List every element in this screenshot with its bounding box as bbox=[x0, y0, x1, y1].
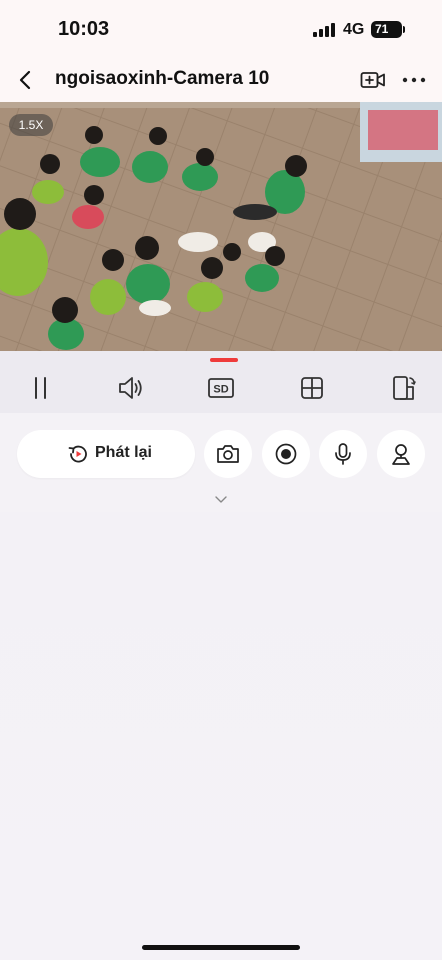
ptz-person-icon bbox=[392, 444, 410, 465]
snapshot-camera-icon bbox=[217, 445, 239, 463]
grid-layout-icon[interactable] bbox=[297, 373, 327, 403]
microphone-icon bbox=[335, 443, 351, 465]
video-add-icon[interactable] bbox=[360, 67, 386, 93]
sd-quality-icon[interactable]: SD bbox=[206, 373, 236, 403]
home-indicator bbox=[142, 945, 300, 950]
snapshot-button[interactable] bbox=[204, 430, 252, 478]
header: ngoisaoxinh-Camera 10 bbox=[0, 58, 442, 102]
ptz-control-button[interactable] bbox=[377, 430, 425, 478]
more-horizontal-icon[interactable] bbox=[401, 67, 427, 93]
camera-video-feed[interactable]: 1.5X bbox=[0, 102, 442, 351]
record-icon bbox=[275, 443, 297, 465]
playback-button[interactable]: Phát lại bbox=[17, 430, 195, 478]
microphone-button[interactable] bbox=[319, 430, 367, 478]
network-label: 4G bbox=[343, 21, 365, 38]
history-replay-icon bbox=[68, 445, 87, 463]
page-title: ngoisaoxinh-Camera 10 bbox=[55, 68, 270, 89]
status-time: 10:03 bbox=[58, 18, 110, 40]
speaker-icon[interactable] bbox=[116, 373, 146, 403]
video-frame bbox=[0, 102, 442, 351]
record-button[interactable] bbox=[262, 430, 310, 478]
content-area bbox=[0, 512, 442, 960]
status-bar: 10:03 4G 71 bbox=[0, 0, 442, 58]
pause-icon[interactable] bbox=[26, 373, 56, 403]
zoom-level-badge: 1.5X bbox=[9, 114, 53, 136]
battery-level: 71 bbox=[375, 22, 389, 36]
signal-icon bbox=[313, 23, 335, 37]
battery-tip bbox=[403, 26, 405, 33]
battery-icon: 71 bbox=[371, 21, 402, 38]
playback-label: Phát lại bbox=[95, 444, 152, 461]
rotate-screen-icon[interactable] bbox=[388, 373, 418, 403]
chevron-down-icon[interactable] bbox=[213, 493, 229, 505]
drag-handle[interactable] bbox=[210, 358, 238, 362]
chevron-left-icon[interactable] bbox=[14, 68, 38, 92]
sd-quality-label: SD bbox=[213, 384, 228, 396]
